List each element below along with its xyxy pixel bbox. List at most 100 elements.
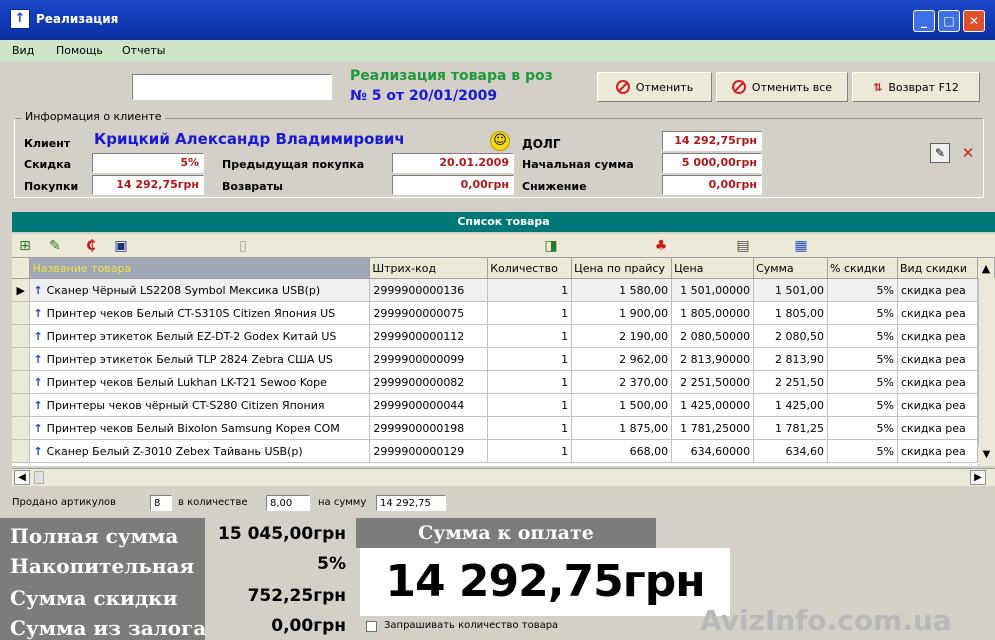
client-group-label: Информация о клиенте	[22, 110, 165, 123]
row-indicator	[12, 370, 31, 394]
document-icon[interactable]: ▯	[234, 237, 252, 255]
maximize-button[interactable]: □	[938, 10, 960, 32]
table-row[interactable]: ↑ Принтер этикеток Белый TLP 2824 Zebra С…	[12, 347, 995, 371]
grid-toolbar: ⊞ ✎ ₵ ▣ ▯ ◨ ♣ ▤ ▦	[12, 234, 995, 258]
cell-qty: 1	[487, 324, 573, 348]
client-name: Крицкий Александр Владимирович	[94, 130, 405, 148]
scroll-down-button[interactable]: ▼	[978, 446, 995, 464]
cell-code: 2999900000044	[369, 393, 489, 417]
accumulative-label: Накопительная с	[10, 554, 202, 578]
cell-list-price: 2 962,00	[571, 347, 673, 371]
cell-discount-pct: 5%	[827, 370, 898, 394]
up-arrow-icon: ↑	[33, 352, 43, 366]
minimize-button[interactable]: _	[913, 10, 935, 32]
discount-field: 5%	[92, 153, 204, 173]
col-list-price-header[interactable]: Цена по прайсу	[571, 258, 673, 279]
row-indicator	[12, 324, 31, 348]
cell-name: ↑ Сканер Белый Z-3010 Zebex Тайвань USB(p…	[29, 439, 371, 463]
return-button[interactable]: ⇅ Возврат F12	[852, 72, 980, 102]
scroll-left-button[interactable]: ◀	[14, 470, 30, 485]
cell-list-price: 1 500,00	[571, 393, 673, 417]
col-sum-header[interactable]: Сумма	[753, 258, 829, 279]
col-discount-kind-header[interactable]: Вид скидки	[897, 258, 978, 279]
cell-discount-kind: скидка реа	[897, 324, 978, 348]
bell-icon[interactable]: ♣	[652, 237, 670, 255]
smiley-icon[interactable]: ☺	[490, 131, 510, 151]
cell-code: 2999900000198	[369, 416, 489, 440]
cell-name: ↑ Принтер чеков Белый CT-S310S Citizen Яп…	[29, 301, 371, 325]
up-arrow-icon: ↑	[33, 306, 43, 320]
scroll-thumb[interactable]	[34, 471, 44, 484]
full-sum-value: 15 045,00грн	[218, 524, 346, 544]
scroll-up-button[interactable]: ▲	[977, 258, 995, 279]
debt-field: 14 292,75грн	[662, 131, 762, 151]
edit-item-icon[interactable]: ✎	[46, 237, 64, 255]
up-arrow-icon: ↑	[33, 283, 43, 297]
close-button[interactable]: ✕	[963, 10, 985, 32]
cell-sum: 1 425,00	[753, 393, 829, 417]
col-code-header[interactable]: Штрих-код	[369, 258, 489, 279]
cell-discount-pct: 5%	[827, 393, 898, 417]
table-row[interactable]: ↑ Принтер этикеток Белый EZ-DT-2 Godex Ки…	[12, 324, 995, 348]
reduction-label: Снижение	[522, 180, 587, 193]
layout-icon[interactable]: ▣	[112, 237, 130, 255]
grid-header-row: Название товара Штрих-код Количество Цен…	[12, 258, 995, 279]
table-row[interactable]: ↑ Сканер Белый Z-3010 Zebex Тайвань USB(p…	[12, 439, 995, 463]
prev-purchase-label: Предыдущая покупка	[222, 158, 365, 171]
remove-client-icon[interactable]: ✕	[958, 143, 978, 163]
cell-discount-pct: 5%	[827, 416, 898, 440]
col-name-header[interactable]: Название товара	[29, 258, 371, 279]
cell-price: 1 781,25000	[671, 416, 755, 440]
cell-qty: 1	[487, 301, 573, 325]
edit-client-icon[interactable]: ✎	[930, 143, 950, 163]
ask-quantity-checkbox[interactable]	[366, 621, 377, 632]
scroll-right-button[interactable]: ▶	[970, 470, 986, 485]
cell-discount-kind: скидка реа	[897, 393, 978, 417]
cell-list-price: 1 580,00	[571, 278, 673, 302]
table-row[interactable]: ▶ ↑ Сканер Чёрный LS2208 Symbol Мексика US…	[12, 278, 995, 302]
cell-qty: 1	[487, 278, 573, 302]
col-price-header[interactable]: Цена	[671, 258, 755, 279]
initial-sum-label: Начальная сумма	[522, 158, 634, 171]
col-qty-header[interactable]: Количество	[487, 258, 573, 279]
cancel-button[interactable]: Отменить	[597, 72, 712, 102]
cell-sum: 1 781,25	[753, 416, 829, 440]
discount-sum-label: Сумма скидки	[10, 586, 178, 610]
table-row[interactable]: ↑ Принтер чеков Белый Lukhan LK-T21 Sewoo…	[12, 370, 995, 394]
cell-discount-pct: 5%	[827, 347, 898, 371]
cell-price: 1 805,00000	[671, 301, 755, 325]
prev-purchase-field: 20.01.2009	[392, 153, 514, 173]
no-icon	[731, 80, 746, 94]
cell-name: ↑ Сканер Чёрный LS2208 Symbol Мексика USB…	[29, 278, 371, 302]
calculator-icon[interactable]: ▦	[792, 237, 810, 255]
purchases-label: Покупки	[24, 180, 79, 193]
app-icon: ↑	[10, 9, 30, 29]
reduction-field: 0,00грн	[662, 175, 762, 195]
table-row[interactable]: ↑ Принтер чеков Белый Bixolon Samsung Кор…	[12, 416, 995, 440]
menu-bar: Вид Помощь Отчеты	[0, 40, 995, 62]
menu-reports[interactable]: Отчеты	[122, 44, 165, 57]
cell-price: 634,60000	[671, 439, 755, 463]
add-item-icon[interactable]: ⊞	[16, 237, 34, 255]
cell-discount-kind: скидка реа	[897, 416, 978, 440]
pay-sum-value: 14 292,75грн	[360, 548, 730, 616]
menu-help[interactable]: Помощь	[56, 44, 103, 57]
menu-view[interactable]: Вид	[12, 44, 34, 57]
cancel-all-button[interactable]: Отменить все	[716, 72, 848, 102]
cell-sum: 1 501,00	[753, 278, 829, 302]
export-icon[interactable]: ◨	[542, 237, 560, 255]
horizontal-scrollbar[interactable]: ◀ ▶	[12, 468, 995, 486]
cell-name: ↑ Принтер этикеток Белый EZ-DT-2 Godex Ки…	[29, 324, 371, 348]
up-arrow-icon: ↑	[33, 375, 43, 389]
cell-list-price: 2 190,00	[571, 324, 673, 348]
vertical-scrollbar[interactable]	[978, 278, 995, 466]
table-row[interactable]: ↑ Принтеры чеков чёрный CT-S280 Citizen Я…	[12, 393, 995, 417]
price-icon[interactable]: ₵	[82, 237, 100, 255]
goods-section-title: Список товара	[12, 212, 995, 232]
ask-quantity-label: Запрашивать количество товара	[384, 620, 559, 631]
search-input[interactable]	[132, 74, 332, 100]
no-icon	[615, 80, 630, 94]
table-row[interactable]: ↑ Принтер чеков Белый CT-S310S Citizen Яп…	[12, 301, 995, 325]
col-discount-pct-header[interactable]: % скидки	[827, 258, 898, 279]
print-icon[interactable]: ▤	[734, 237, 752, 255]
